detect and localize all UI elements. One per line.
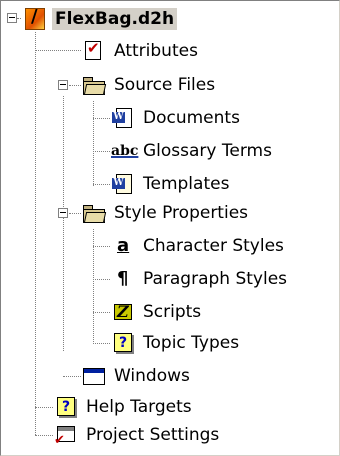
tree-line (63, 376, 81, 377)
tree-line (93, 343, 110, 344)
tree-line (17, 18, 21, 19)
tree-item-topic-types[interactable]: ? Topic Types (111, 327, 242, 359)
tree-line (93, 246, 110, 247)
tree-item-label: Scripts (143, 302, 202, 322)
tree-item-label: Attributes (114, 41, 198, 61)
tree-line (69, 85, 81, 86)
tree-item-label: Topic Types (143, 333, 240, 353)
script-icon (111, 300, 135, 324)
tree-line (93, 151, 110, 152)
tree-line (69, 213, 81, 214)
tree-item-label: Character Styles (143, 236, 284, 256)
help-topic-icon: ? (54, 395, 78, 419)
collapse-toggle-style-properties[interactable] (58, 208, 68, 218)
tree-line (35, 407, 53, 408)
tree-item-glossary-terms[interactable]: abc Glossary Terms (111, 135, 275, 167)
collapse-toggle-source-files[interactable] (58, 80, 68, 90)
tree-item-label: Documents (143, 108, 240, 128)
tree-item-label: Style Properties (114, 203, 249, 223)
tree-item-label: Paragraph Styles (143, 269, 288, 289)
tree-item-style-properties[interactable]: Style Properties (82, 197, 251, 229)
tree-item-root[interactable]: FlexBag.d2h (23, 3, 178, 35)
tree-line (35, 435, 53, 436)
tree-item-scripts[interactable]: Scripts (111, 296, 204, 328)
character-style-icon: a (117, 235, 130, 256)
abc-glossary-icon: abc (111, 143, 139, 159)
tree-item-windows[interactable]: Windows (82, 360, 193, 392)
tree-line (63, 96, 64, 351)
tree-item-source-files[interactable]: Source Files (82, 69, 218, 101)
tree-item-label: Glossary Terms (143, 141, 272, 161)
project-icon (23, 6, 47, 31)
tree-item-label: Source Files (114, 75, 216, 95)
tree-line (93, 118, 110, 119)
tree-line (93, 312, 110, 313)
word-template-icon: W (111, 172, 135, 196)
window-icon (82, 364, 106, 388)
tree-item-label: Help Targets (86, 397, 192, 417)
tree-line (35, 32, 36, 435)
tree-item-project-settings[interactable]: Project Settings (54, 419, 222, 451)
tree-item-label: Windows (114, 366, 190, 386)
tree-item-templates[interactable]: W Templates (111, 168, 232, 200)
help-topic-icon: ? (111, 331, 135, 355)
word-document-icon: W (111, 106, 135, 130)
tree-item-documents[interactable]: W Documents (111, 102, 243, 134)
tree-line (93, 101, 94, 186)
collapse-toggle-root[interactable] (7, 13, 17, 23)
tree-item-character-styles[interactable]: a Character Styles (111, 230, 287, 262)
tree-item-label: FlexBag.d2h (52, 8, 178, 30)
tree-item-attributes[interactable]: Attributes (82, 35, 201, 67)
tree-item-paragraph-styles[interactable]: ¶ Paragraph Styles (111, 263, 290, 295)
tree-line (93, 184, 110, 185)
project-settings-icon (54, 423, 78, 448)
folder-icon (82, 201, 107, 225)
paragraph-style-icon: ¶ (117, 268, 129, 289)
tree-line (93, 279, 110, 280)
checklist-icon (82, 39, 106, 63)
tree-item-label: Project Settings (86, 425, 220, 445)
tree-item-label: Templates (143, 174, 230, 194)
tree-line (35, 50, 81, 51)
project-tree: FlexBag.d2h Attributes Source Files W Do… (0, 0, 340, 456)
folder-icon (82, 73, 107, 97)
